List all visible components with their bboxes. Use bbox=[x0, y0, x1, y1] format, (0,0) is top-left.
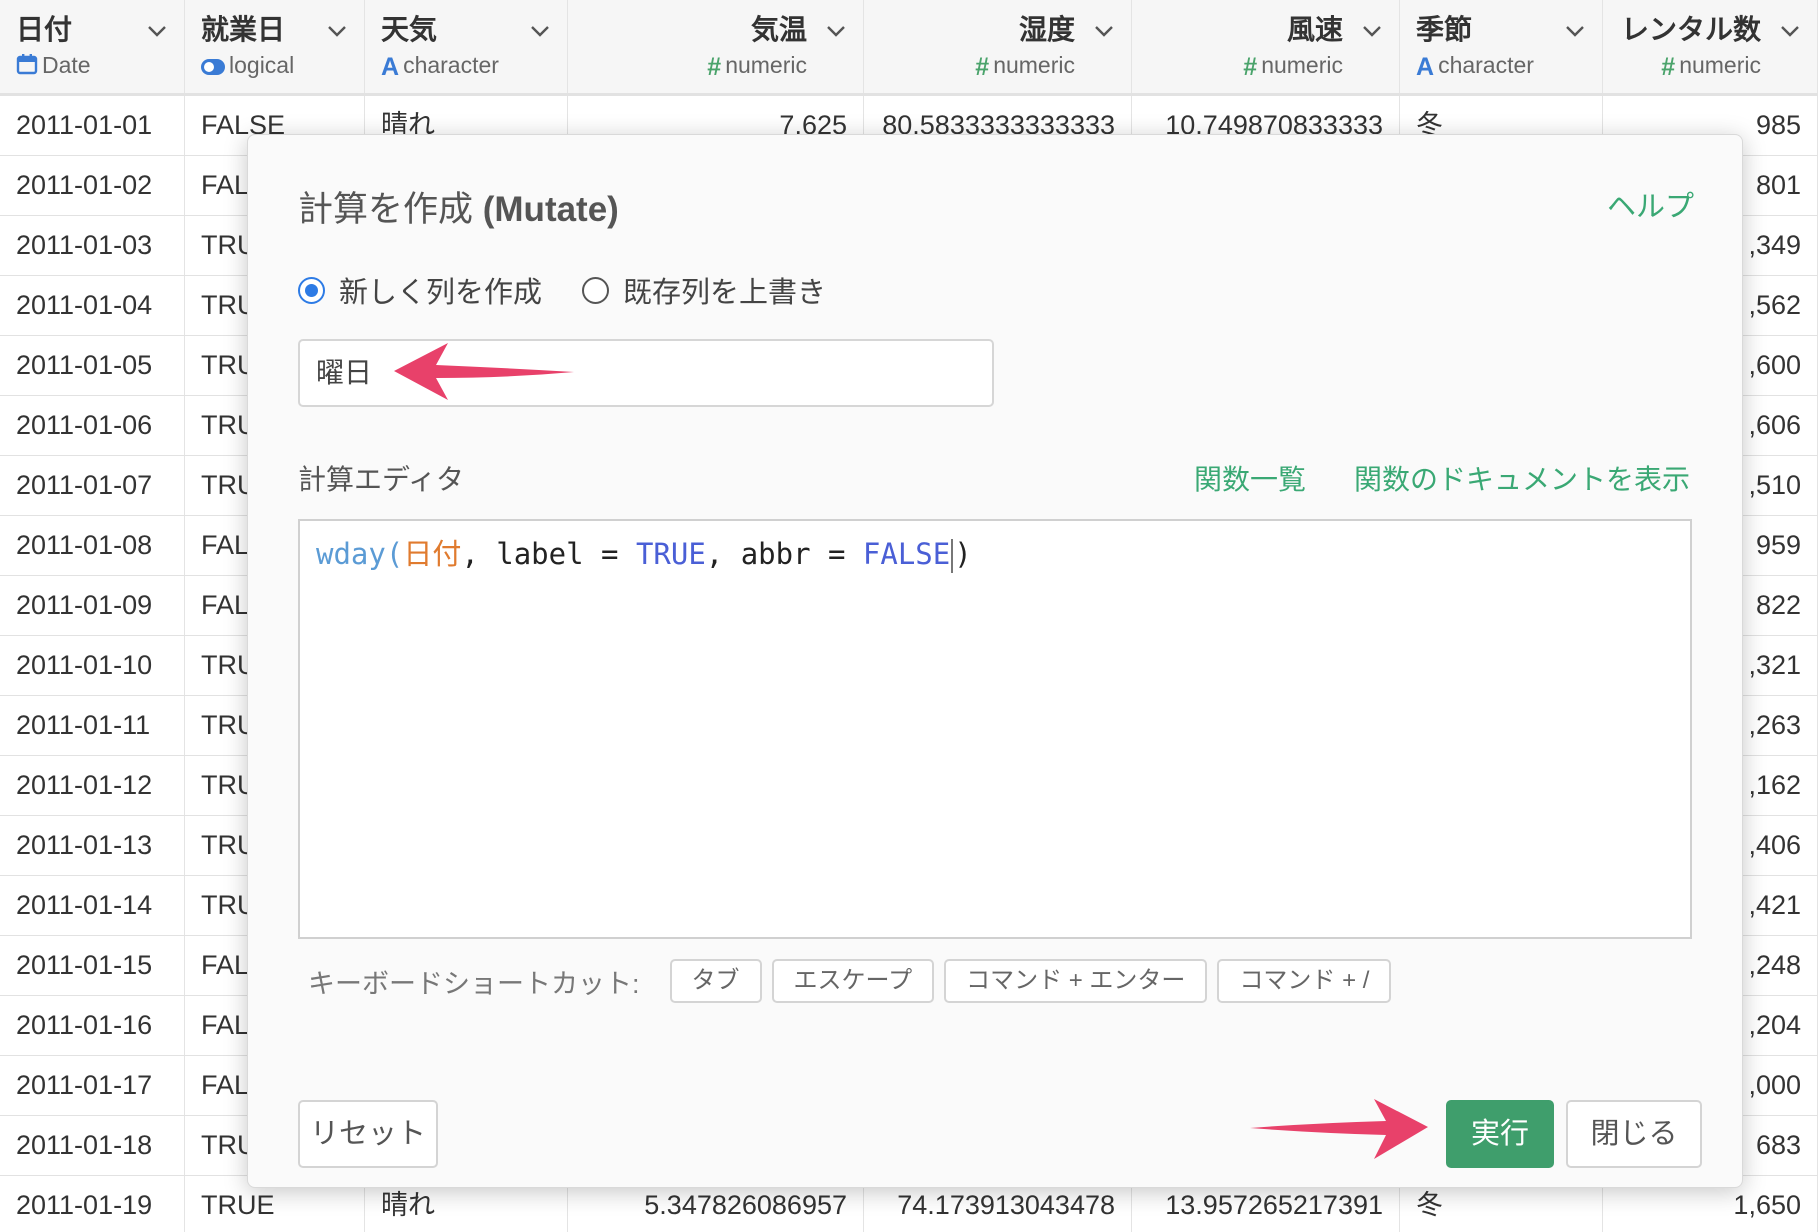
chevron-down-icon[interactable] bbox=[1564, 20, 1586, 42]
mutate-dialog: 計算を作成 (Mutate) ヘルプ 新しく列を作成 既存列を上書き 曜日 計算… bbox=[247, 134, 1743, 1188]
chevron-down-icon[interactable] bbox=[1361, 20, 1383, 42]
radio-label: 新しく列を作成 bbox=[339, 277, 543, 309]
new-column-name-input[interactable]: 曜日 bbox=[298, 339, 994, 407]
chevron-down-icon[interactable] bbox=[326, 20, 348, 42]
column-name: 湿度 bbox=[1018, 14, 1075, 45]
table-cell: 2011-01-01 bbox=[0, 96, 185, 155]
column-header-workday[interactable]: 就業日 logical bbox=[185, 0, 365, 93]
table-cell: 2011-01-09 bbox=[0, 576, 185, 635]
table-cell: 2011-01-07 bbox=[0, 456, 185, 515]
column-name: 風速 bbox=[1286, 14, 1343, 45]
radio-unchecked-icon bbox=[582, 276, 610, 304]
chevron-down-icon[interactable] bbox=[529, 20, 551, 42]
table-cell: 2011-01-05 bbox=[0, 336, 185, 395]
radio-checked-icon bbox=[298, 276, 325, 304]
code-column-token: 日付 bbox=[403, 537, 462, 571]
numeric-type-icon: # bbox=[975, 52, 990, 81]
column-type: numeric bbox=[993, 52, 1075, 78]
column-type: Date bbox=[42, 52, 91, 78]
toggle-icon bbox=[201, 52, 225, 82]
dialog-title: 計算を作成 (Mutate) bbox=[298, 190, 619, 229]
code-line: wday(日付, label = TRUE, abbr = FALSE) bbox=[316, 537, 972, 573]
character-type-icon: A bbox=[381, 52, 400, 81]
column-name: 気温 bbox=[750, 14, 807, 45]
column-header-temperature[interactable]: 気温 # numeric bbox=[568, 0, 864, 93]
column-type: numeric bbox=[1261, 52, 1343, 78]
help-link[interactable]: ヘルプ bbox=[1607, 183, 1694, 225]
table-cell: 2011-01-10 bbox=[0, 636, 185, 695]
function-doc-link[interactable]: 関数のドキュメントを表示 bbox=[1354, 458, 1690, 498]
shortcut-key-cmd-slash[interactable]: コマンド + / bbox=[1217, 959, 1392, 1003]
table-cell: 2011-01-15 bbox=[0, 936, 185, 995]
table-cell: 2011-01-18 bbox=[0, 1116, 185, 1175]
table-cell: 2011-01-13 bbox=[0, 816, 185, 875]
shortcuts-label: キーボードショートカット: bbox=[308, 968, 640, 999]
chevron-down-icon[interactable] bbox=[1093, 20, 1115, 42]
grid-header: 日付 Date 就業日 logical 天気 Acharacter 気温 # nu… bbox=[0, 0, 1818, 96]
table-cell: 2011-01-17 bbox=[0, 1056, 185, 1115]
keyboard-shortcuts: キーボードショートカット: タブ エスケープ コマンド + エンター コマンド … bbox=[308, 959, 1401, 1003]
close-button[interactable]: 閉じる bbox=[1566, 1100, 1702, 1168]
numeric-type-icon: # bbox=[707, 52, 722, 81]
reset-button[interactable]: リセット bbox=[298, 1100, 438, 1168]
table-cell: 2011-01-02 bbox=[0, 156, 185, 215]
table-cell: 2011-01-11 bbox=[0, 696, 185, 755]
table-cell: 2011-01-03 bbox=[0, 216, 185, 275]
code-function-token: wday bbox=[316, 537, 386, 571]
calculation-editor-label: 計算エディタ bbox=[298, 464, 465, 495]
column-mode-radio-group: 新しく列を作成 既存列を上書き bbox=[298, 269, 866, 311]
radio-create-new-column[interactable]: 新しく列を作成 bbox=[298, 269, 542, 311]
table-cell: 2011-01-14 bbox=[0, 876, 185, 935]
text-cursor bbox=[951, 539, 954, 573]
table-cell: 2011-01-16 bbox=[0, 996, 185, 1055]
column-type: logical bbox=[229, 52, 295, 78]
table-cell: 2011-01-12 bbox=[0, 756, 185, 815]
radio-label: 既存列を上書き bbox=[623, 277, 827, 309]
column-header-humidity[interactable]: 湿度 # numeric bbox=[864, 0, 1132, 93]
code-bool-token: FALSE bbox=[862, 537, 951, 571]
chevron-down-icon[interactable] bbox=[1779, 20, 1801, 42]
calendar-icon bbox=[16, 52, 38, 82]
numeric-type-icon: # bbox=[1243, 52, 1258, 81]
shortcut-key-tab[interactable]: タブ bbox=[669, 959, 762, 1003]
column-type: numeric bbox=[725, 52, 807, 78]
column-name: レンタル数 bbox=[1620, 14, 1761, 45]
shortcut-key-escape[interactable]: エスケープ bbox=[771, 959, 935, 1003]
table-cell: 2011-01-19 bbox=[0, 1176, 185, 1232]
radio-overwrite-column[interactable]: 既存列を上書き bbox=[582, 269, 826, 311]
column-header-rentals[interactable]: レンタル数 # numeric bbox=[1603, 0, 1818, 93]
column-type: numeric bbox=[1679, 52, 1761, 78]
column-name: 天気 bbox=[381, 14, 438, 45]
code-bool-token: TRUE bbox=[635, 537, 706, 571]
column-name: 季節 bbox=[1416, 14, 1473, 45]
column-header-date[interactable]: 日付 Date bbox=[0, 0, 185, 93]
table-cell: 2011-01-06 bbox=[0, 396, 185, 455]
column-header-windspeed[interactable]: 風速 # numeric bbox=[1132, 0, 1400, 93]
shortcut-key-cmd-enter[interactable]: コマンド + エンター bbox=[944, 959, 1208, 1003]
column-header-season[interactable]: 季節 Acharacter bbox=[1400, 0, 1603, 93]
table-cell: 2011-01-08 bbox=[0, 516, 185, 575]
chevron-down-icon[interactable] bbox=[146, 20, 168, 42]
table-cell: 2011-01-04 bbox=[0, 276, 185, 335]
numeric-type-icon: # bbox=[1661, 52, 1676, 81]
run-button[interactable]: 実行 bbox=[1446, 1100, 1554, 1168]
code-editor[interactable]: wday(日付, label = TRUE, abbr = FALSE) bbox=[298, 519, 1692, 939]
chevron-down-icon[interactable] bbox=[825, 20, 847, 42]
column-type: character bbox=[1438, 52, 1534, 78]
character-type-icon: A bbox=[1416, 52, 1435, 81]
column-type: character bbox=[403, 52, 499, 78]
function-list-link[interactable]: 関数一覧 bbox=[1194, 458, 1306, 498]
column-header-weather[interactable]: 天気 Acharacter bbox=[365, 0, 568, 93]
